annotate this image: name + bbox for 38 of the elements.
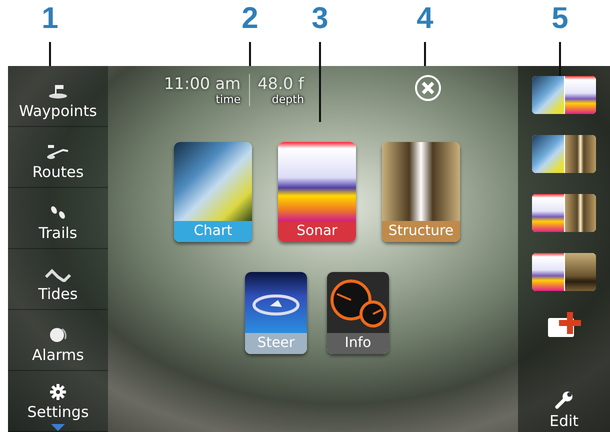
leader-line	[559, 42, 561, 76]
sidebar-item[interactable]: Alarms	[8, 310, 108, 371]
close-icon	[414, 74, 442, 102]
app-tile[interactable]: Sonar	[278, 142, 356, 242]
app-tile[interactable]: Info	[327, 272, 389, 354]
status-caption: depth	[272, 93, 304, 106]
sidebar-item[interactable]: Waypoints	[8, 66, 108, 127]
sidebar-item[interactable]: Settings	[8, 371, 108, 432]
callout-number: 5	[552, 2, 568, 36]
split-view-button[interactable]	[532, 253, 596, 291]
sidebar-item[interactable]: Tides	[8, 249, 108, 310]
edit-button[interactable]: Edit	[549, 390, 579, 432]
bell-icon	[47, 325, 69, 343]
route-icon	[45, 142, 71, 160]
callout-number: 1	[42, 2, 58, 36]
compass-drawing	[252, 294, 300, 316]
status-value: 11:00 am	[164, 74, 241, 93]
wave-icon	[45, 268, 71, 282]
leader-line	[424, 42, 426, 66]
sidebar-item[interactable]: Routes	[8, 127, 108, 188]
settings-icon	[50, 384, 66, 400]
status-value: 48.0 f	[258, 74, 304, 93]
status-caption: time	[216, 93, 241, 106]
flag-icon	[47, 83, 69, 99]
add-page-icon[interactable]	[547, 312, 581, 338]
scroll-down-icon[interactable]	[51, 424, 65, 431]
wrench-icon	[554, 390, 574, 410]
callout-number: 3	[312, 2, 328, 36]
leader-line	[49, 42, 51, 66]
split-view-button[interactable]	[532, 194, 596, 232]
leader-line	[249, 42, 251, 66]
callout-number: 4	[416, 2, 434, 36]
split-view-button[interactable]	[532, 76, 596, 114]
split-view-button[interactable]	[532, 135, 596, 173]
footprints-icon	[48, 205, 68, 221]
callout-number: 2	[242, 2, 258, 36]
gauges-drawing	[329, 278, 387, 330]
sidebar-item[interactable]: Trails	[8, 188, 108, 249]
